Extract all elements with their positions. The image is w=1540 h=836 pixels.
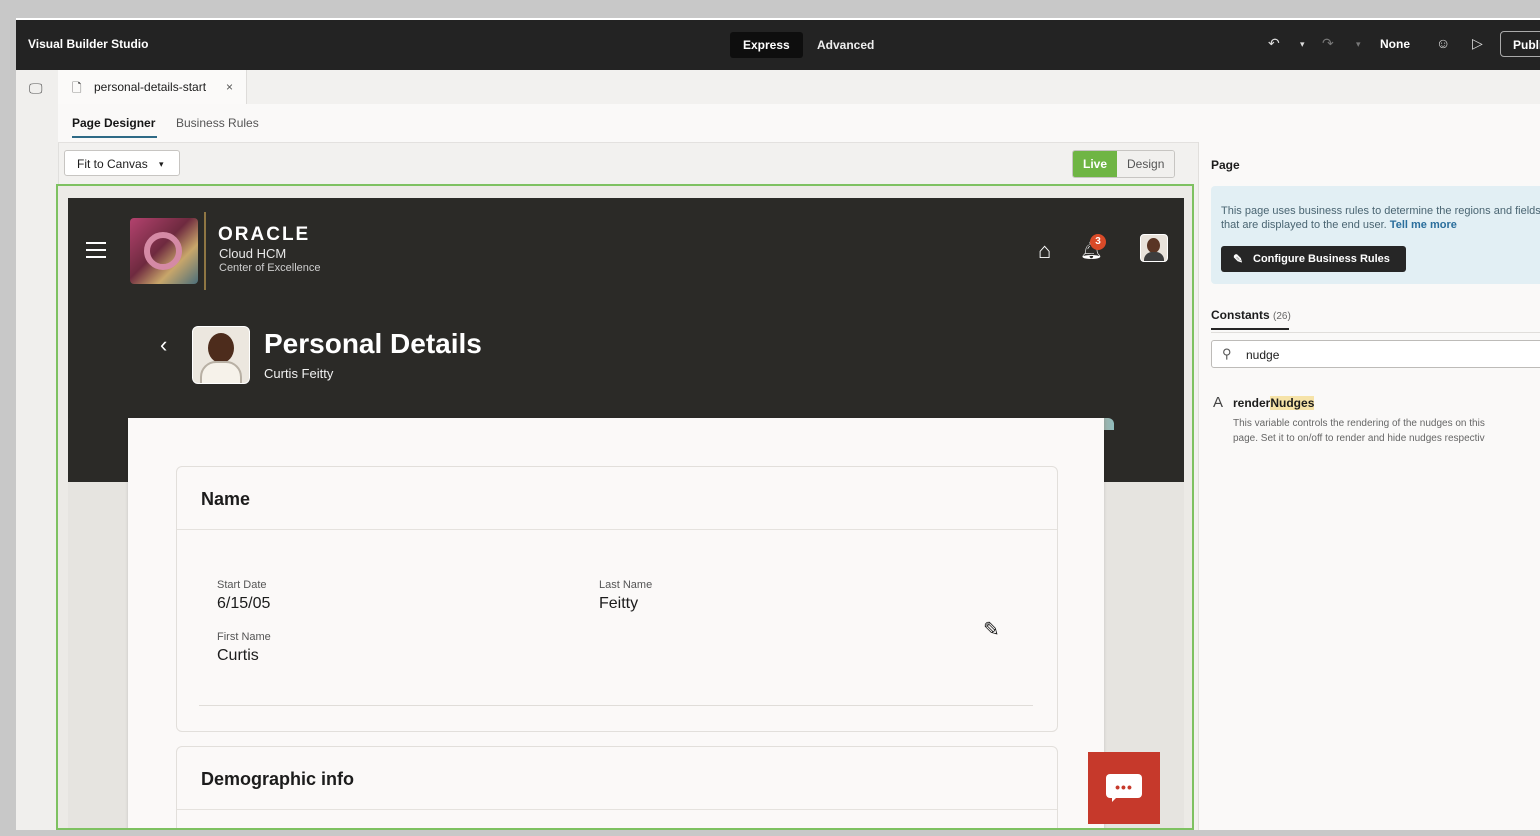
play-icon[interactable]: ▷	[1472, 35, 1483, 52]
configure-business-rules-button[interactable]: ✎ Configure Business Rules	[1221, 246, 1406, 272]
variable-description: This variable controls the rendering of …	[1233, 416, 1540, 446]
home-icon[interactable]: ⌂	[1038, 238, 1051, 264]
express-mode-button[interactable]: Express	[730, 32, 803, 58]
constants-count: (26)	[1273, 311, 1291, 322]
design-button[interactable]: Design	[1117, 151, 1175, 177]
person-photo	[192, 326, 250, 384]
variable-name-prefix: render	[1233, 396, 1271, 410]
variable-name[interactable]: renderNudges	[1233, 396, 1315, 410]
document-icon: 🗋	[72, 81, 82, 95]
search-value: nudge	[1246, 348, 1280, 362]
fit-to-canvas-label: Fit to Canvas	[77, 157, 148, 171]
description-line: page. Set it to on/off to render and hid…	[1233, 433, 1485, 444]
live-design-toggle: Live Design	[1072, 150, 1176, 178]
tab-business-rules[interactable]: Business Rules	[176, 116, 259, 130]
logo-divider	[204, 212, 206, 290]
org-name: Center of Excellence	[219, 262, 321, 274]
demographic-section: Demographic info	[176, 746, 1058, 828]
section-title: Demographic info	[201, 769, 355, 789]
undo-icon[interactable]: ↶	[1268, 35, 1280, 52]
app-title: Visual Builder Studio	[28, 37, 149, 51]
top-bar: Visual Builder Studio Express Advanced ↶…	[16, 20, 1540, 70]
monitor-icon[interactable]: 🖵	[29, 80, 43, 97]
redo-icon[interactable]: ↷	[1322, 35, 1334, 52]
search-icon: ⚲	[1222, 346, 1232, 361]
properties-panel: Page This page uses business rules to de…	[1198, 142, 1540, 830]
tab-page-designer[interactable]: Page Designer	[72, 116, 158, 138]
divider	[199, 705, 1033, 706]
business-rules-info: This page uses business rules to determi…	[1211, 186, 1540, 284]
file-tab[interactable]: 🗋 personal-details-start ×	[58, 70, 247, 104]
name-section: Name Start Date 6/15/05 Last Name Feitty…	[176, 466, 1058, 732]
tell-me-more-link[interactable]: Tell me more	[1390, 219, 1457, 231]
fit-to-canvas-dropdown[interactable]: Fit to Canvas ▾	[64, 150, 180, 176]
configure-label: Configure Business Rules	[1253, 253, 1390, 265]
smiley-icon[interactable]: ☺	[1436, 35, 1450, 51]
user-avatar[interactable]	[1140, 234, 1168, 262]
product-name: Cloud HCM	[219, 246, 287, 261]
designer-tabs: Page Designer Business Rules	[58, 104, 1540, 143]
divider	[177, 529, 1057, 530]
field-label: Last Name	[599, 579, 653, 591]
chevron-down-icon: ▾	[159, 159, 164, 169]
panel-title: Page	[1211, 158, 1240, 172]
brand-artwork	[130, 218, 198, 284]
pencil-icon: ✎	[1233, 252, 1244, 266]
tab-constants[interactable]: Constants (26)	[1211, 308, 1291, 330]
page-title: Personal Details	[264, 328, 482, 359]
oracle-logo: ORACLE	[218, 224, 311, 245]
field-label: First Name	[217, 631, 271, 643]
details-card: Name Start Date 6/15/05 Last Name Feitty…	[128, 418, 1104, 828]
publish-button[interactable]: Publi	[1500, 31, 1540, 57]
info-message: This page uses business rules to determi…	[1221, 205, 1540, 231]
info-text: This page uses business rules to determi…	[1221, 204, 1540, 232]
redo-dropdown-icon[interactable]: ▾	[1356, 39, 1361, 50]
constants-label: Constants	[1211, 308, 1270, 322]
divider	[177, 809, 1057, 810]
description-line: This variable controls the rendering of …	[1233, 418, 1485, 429]
field-label: Start Date	[217, 579, 267, 591]
last-name-value: Feitty	[599, 595, 639, 612]
live-button[interactable]: Live	[1073, 151, 1118, 177]
start-date-value: 6/15/05	[217, 595, 271, 612]
variable-name-match: Nudges	[1270, 396, 1315, 410]
undo-dropdown-icon[interactable]: ▾	[1300, 39, 1305, 50]
section-title: Name	[201, 489, 251, 509]
string-type-icon: A	[1213, 394, 1224, 411]
vbs-window: Visual Builder Studio Express Advanced ↶…	[16, 18, 1540, 830]
notification-badge: 3	[1090, 234, 1106, 250]
first-name-value: Curtis	[217, 647, 259, 664]
constants-search-input[interactable]: ⚲ nudge	[1211, 340, 1540, 368]
edit-pencil-icon[interactable]: ✎	[983, 617, 1000, 642]
back-chevron-icon[interactable]: ‹	[160, 332, 167, 358]
hamburger-menu-icon[interactable]	[86, 242, 106, 258]
chat-button[interactable]: •••	[1088, 752, 1160, 824]
chat-icon: •••	[1106, 774, 1142, 802]
left-rail: 🖵	[16, 70, 59, 830]
person-name: Curtis Feitty	[264, 366, 334, 381]
page-canvas: ORACLE Cloud HCM Center of Excellence ⌂ …	[56, 184, 1194, 830]
language-selector[interactable]: None	[1380, 37, 1410, 51]
file-tab-name: personal-details-start	[94, 80, 207, 94]
close-icon[interactable]: ×	[226, 80, 233, 94]
divider	[1211, 332, 1540, 333]
advanced-mode-button[interactable]: Advanced	[804, 32, 887, 58]
